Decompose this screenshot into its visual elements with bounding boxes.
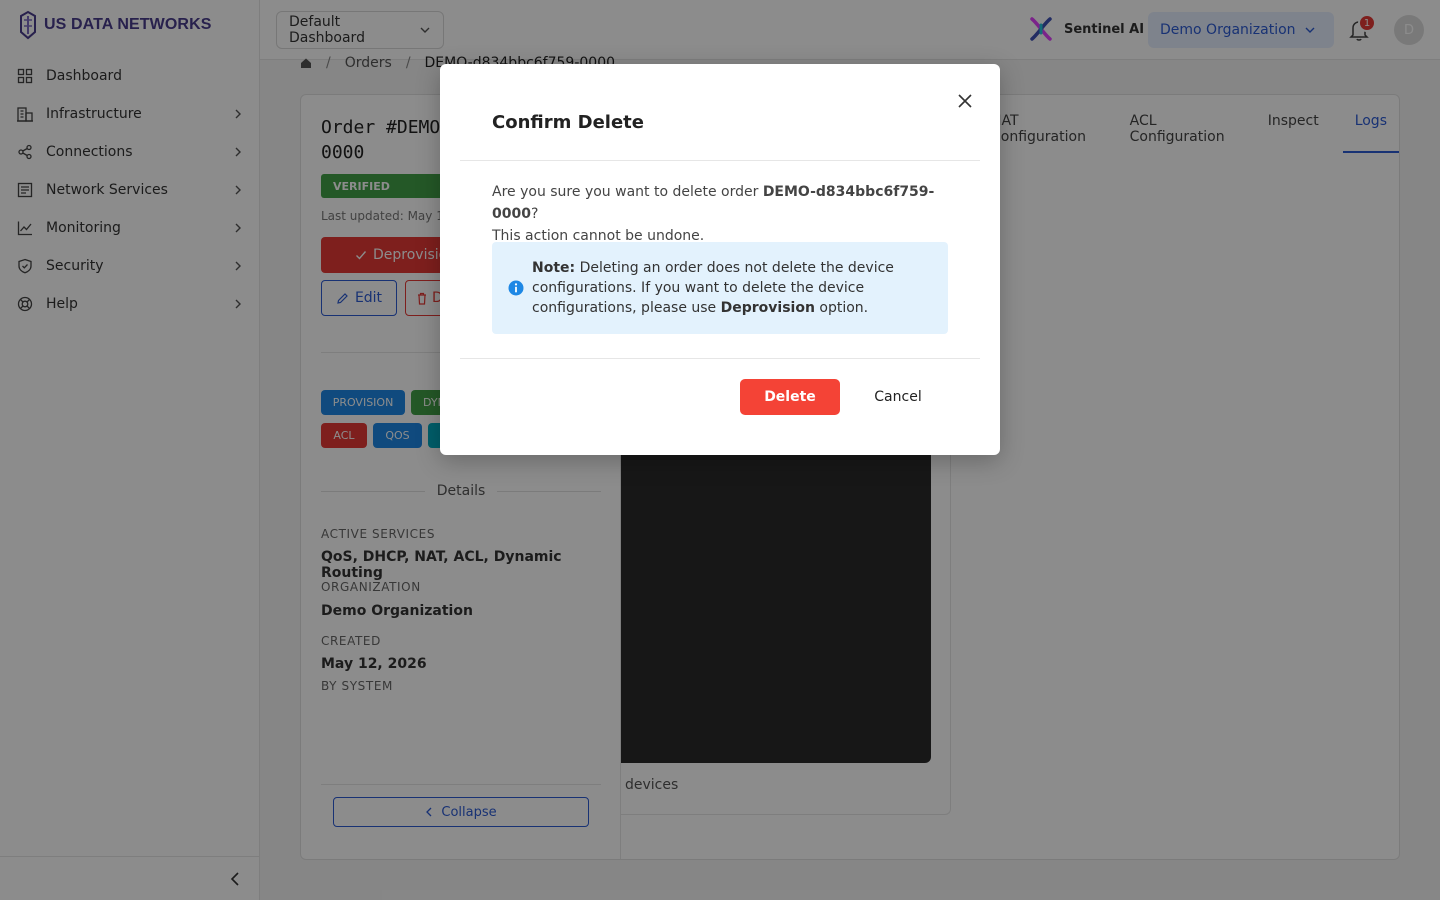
confirm-delete-button[interactable]: Delete [740, 379, 840, 415]
note-text: Note: Deleting an order does not delete … [532, 258, 932, 318]
info-icon [508, 280, 524, 296]
confirm-delete-dialog: Confirm Delete Are you sure you want to … [440, 64, 1000, 455]
note-box: Note: Deleting an order does not delete … [492, 242, 948, 334]
note-label: Note: [532, 260, 576, 276]
dialog-title: Confirm Delete [492, 112, 644, 133]
note-text-part2: option. [814, 300, 869, 316]
dialog-divider [460, 358, 980, 359]
note-bold: Deprovision [720, 300, 815, 316]
dialog-message-suffix: ? [530, 206, 539, 222]
cancel-button[interactable]: Cancel [854, 379, 942, 415]
dialog-message-prefix: Are you sure you want to delete order [492, 184, 763, 200]
dialog-message: Are you sure you want to delete order DE… [492, 181, 952, 247]
close-icon[interactable] [954, 90, 976, 112]
dialog-divider [460, 160, 980, 161]
